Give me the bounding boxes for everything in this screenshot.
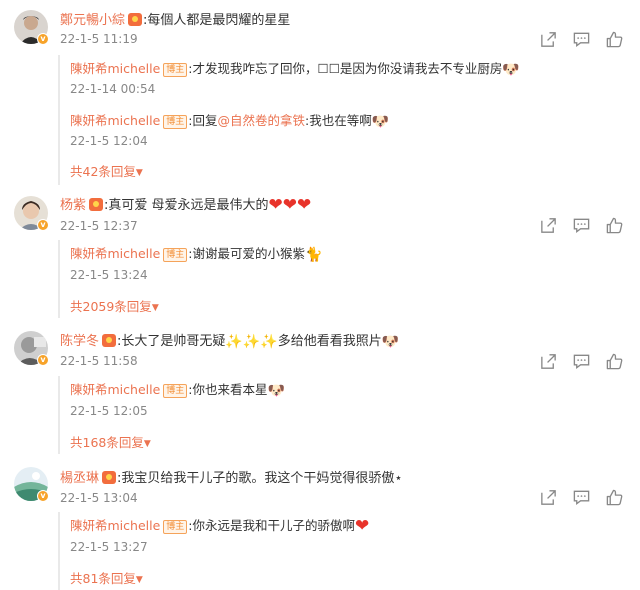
reply-username[interactable]: 陳妍希michelle bbox=[70, 61, 160, 76]
share-icon[interactable] bbox=[539, 488, 558, 507]
comment-time: 22-1-5 11:58 bbox=[60, 354, 138, 368]
author-tag: 博主 bbox=[163, 520, 188, 534]
caret-down-icon: ▼ bbox=[151, 303, 159, 313]
reply-time: 22-1-14 00:54 bbox=[70, 82, 156, 96]
reply-text: :才发现我咋忘了回你，☐☐是因为你没请我去不专业厨房 bbox=[188, 61, 503, 76]
reply-text: :谢谢最可爱的小猴紫 bbox=[188, 246, 306, 261]
sparkle-emoji: ✨ bbox=[225, 334, 243, 350]
more-replies-link[interactable]: 共2059条回复▼ bbox=[70, 296, 159, 315]
comment-time: 22-1-5 13:04 bbox=[60, 491, 138, 505]
reply-time: 22-1-5 13:27 bbox=[70, 540, 148, 554]
more-replies-label: 共42条回复 bbox=[70, 164, 136, 179]
reply-username[interactable]: 陳妍希michelle bbox=[70, 518, 160, 533]
more-replies-label: 共168条回复 bbox=[70, 435, 144, 450]
cat-emoji: 🐈 bbox=[305, 247, 323, 263]
author-tag: 博主 bbox=[163, 248, 188, 262]
reply-username[interactable]: 陳妍希michelle bbox=[70, 113, 160, 128]
reply-text: :我也在等啊 bbox=[305, 113, 372, 128]
like-icon[interactable] bbox=[605, 488, 624, 507]
reply-text: :你永远是我和干儿子的骄傲啊 bbox=[188, 518, 356, 533]
comment-username[interactable]: 杨紫 bbox=[60, 198, 86, 213]
doge-emoji: 🐶 bbox=[267, 383, 285, 399]
author-tag: 博主 bbox=[163, 115, 188, 129]
reply-list: 陳妍希michelle 博主:你永远是我和干儿子的骄傲啊❤ 22-1-5 13:2… bbox=[58, 512, 623, 590]
comment-icon[interactable] bbox=[572, 216, 591, 235]
more-replies-link[interactable]: 共168条回复▼ bbox=[70, 432, 151, 451]
reply-list: 陳妍希michelle 博主:你也来看本星🐶 22-1-5 12:05 共168条… bbox=[58, 376, 623, 454]
comment-icon[interactable] bbox=[572, 488, 591, 507]
sparkle-emoji: ✨ bbox=[242, 334, 261, 350]
reply-prefix: :回复 bbox=[188, 113, 218, 128]
reply-item: 陳妍希michelle 博主:才发现我咋忘了回你，☐☐是因为你没请我去不专业厨房🐶 bbox=[70, 58, 520, 77]
reply-list: 陳妍希michelle 博主:才发现我咋忘了回你，☐☐是因为你没请我去不专业厨房🐶… bbox=[58, 55, 623, 185]
share-icon[interactable] bbox=[539, 352, 558, 371]
comment-text: 多给他看看我照片 bbox=[277, 334, 382, 349]
heart-emoji: ❤ bbox=[282, 195, 298, 215]
doge-emoji: 🐶 bbox=[502, 62, 520, 78]
heart-emoji: ❤ bbox=[268, 195, 283, 215]
more-replies-label: 共81条回复 bbox=[70, 571, 136, 586]
comment-text: :每個人都是最閃耀的星星 bbox=[143, 13, 291, 28]
heart-emoji: ❤ bbox=[355, 516, 370, 536]
comment-username[interactable]: 陈学冬 bbox=[60, 334, 99, 349]
doge-emoji: 🐶 bbox=[381, 334, 400, 350]
like-icon[interactable] bbox=[605, 30, 624, 49]
doge-emoji: 🐶 bbox=[371, 114, 390, 130]
reply-username[interactable]: 陳妍希michelle bbox=[70, 382, 160, 397]
medal-icon bbox=[102, 334, 117, 347]
share-icon[interactable] bbox=[539, 30, 558, 49]
caret-down-icon: ▼ bbox=[135, 168, 143, 178]
reply-list: 陳妍希michelle 博主:谢谢最可爱的小猴紫🐈 22-1-5 13:24 共2… bbox=[58, 240, 623, 318]
medal-icon bbox=[102, 471, 117, 484]
reply-item: 陳妍希michelle 博主:回复@自然卷的拿铁:我也在等啊🐶 bbox=[70, 110, 389, 129]
reply-time: 22-1-5 12:04 bbox=[70, 134, 148, 148]
reply-text: :你也来看本星 bbox=[188, 382, 268, 397]
sparkle-emoji: ✨ bbox=[260, 334, 278, 350]
mention-link[interactable]: @自然卷的拿铁 bbox=[218, 113, 306, 128]
reply-time: 22-1-5 13:24 bbox=[70, 268, 148, 282]
verified-badge-icon: v bbox=[37, 219, 49, 231]
reply-item: 陳妍希michelle 博主:你也来看本星🐶 bbox=[70, 379, 285, 398]
share-icon[interactable] bbox=[539, 216, 558, 235]
like-icon[interactable] bbox=[605, 216, 624, 235]
verified-badge-icon: v bbox=[37, 33, 49, 45]
comment-text: :真可爱 母爱永远是最伟大的 bbox=[104, 198, 269, 213]
reply-time: 22-1-5 12:05 bbox=[70, 404, 148, 418]
verified-badge-icon: v bbox=[37, 354, 49, 366]
reply-item: 陳妍希michelle 博主:你永远是我和干儿子的骄傲啊❤ bbox=[70, 515, 370, 536]
caret-down-icon: ▼ bbox=[135, 575, 143, 585]
comment-icon[interactable] bbox=[572, 30, 591, 49]
like-icon[interactable] bbox=[605, 352, 624, 371]
caret-down-icon: ▼ bbox=[143, 439, 151, 449]
comment-text: :长大了是帅哥无疑 bbox=[117, 334, 226, 349]
author-tag: 博主 bbox=[163, 63, 188, 77]
comment-icon[interactable] bbox=[572, 352, 591, 371]
more-replies-label: 共2059条回复 bbox=[70, 299, 152, 314]
more-replies-link[interactable]: 共81条回复▼ bbox=[70, 568, 143, 587]
verified-badge-icon: v bbox=[37, 490, 49, 502]
heart-emoji: ❤ bbox=[297, 195, 312, 215]
reply-item: 陳妍希michelle 博主:谢谢最可爱的小猴紫🐈 bbox=[70, 243, 322, 262]
medal-icon bbox=[89, 198, 104, 211]
reply-username[interactable]: 陳妍希michelle bbox=[70, 246, 160, 261]
comment-username[interactable]: 楊丞琳 bbox=[60, 471, 99, 486]
comment-username[interactable]: 鄭元暢小綜 bbox=[60, 13, 125, 28]
medal-icon bbox=[128, 13, 143, 26]
author-tag: 博主 bbox=[163, 384, 188, 398]
comment-time: 22-1-5 11:19 bbox=[60, 32, 138, 46]
more-replies-link[interactable]: 共42条回复▼ bbox=[70, 161, 143, 180]
comment-time: 22-1-5 12:37 bbox=[60, 219, 138, 233]
comment-text: :我宝贝给我干儿子的歌。我这个干妈觉得很骄傲⋆ bbox=[117, 471, 403, 486]
